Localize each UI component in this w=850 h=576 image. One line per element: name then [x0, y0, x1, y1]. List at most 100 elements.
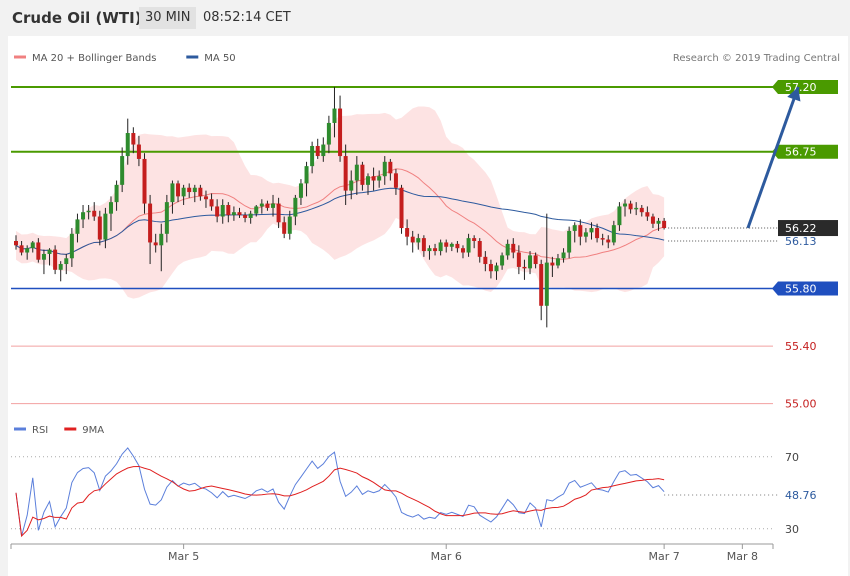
candle-body: [343, 156, 348, 191]
candle-body: [595, 228, 600, 239]
candle-body: [265, 203, 270, 208]
candle-body: [354, 164, 359, 181]
candle-body: [500, 255, 505, 266]
chart-header: Crude Oil (WTI) 30 MIN 08:52:14 CET: [0, 0, 850, 36]
candle-body: [522, 266, 527, 269]
candle-body: [321, 144, 326, 157]
rsi-current-label: 48.76: [785, 489, 817, 502]
candle-body: [377, 176, 382, 181]
candle-body: [494, 265, 499, 272]
candle-body: [125, 133, 130, 157]
candle-body: [25, 248, 30, 253]
candle-body: [53, 249, 58, 270]
rsi-line: [15, 447, 665, 537]
candle-body: [639, 207, 644, 213]
candle-body: [477, 241, 482, 257]
candle-body: [203, 196, 208, 200]
candle-body: [550, 262, 555, 266]
candle-body: [399, 187, 404, 229]
candle-body: [505, 243, 510, 256]
candle-body: [410, 236, 415, 243]
candle-body: [444, 242, 449, 247]
candle-body: [47, 249, 52, 254]
candle-body: [64, 258, 69, 265]
candle-body: [58, 264, 63, 270]
candle-body: [634, 207, 639, 210]
candle-body: [427, 248, 432, 252]
candle-body: [108, 202, 113, 214]
candle-body: [511, 243, 516, 253]
candle-body: [544, 262, 549, 306]
candle-body: [578, 225, 583, 237]
candle-body: [371, 176, 376, 181]
candle-body: [583, 232, 588, 237]
level-label-3: 55.40: [785, 340, 817, 353]
candle-body: [460, 248, 465, 253]
candle-body: [81, 212, 86, 220]
candle-body: [198, 187, 203, 197]
candle-body: [215, 206, 220, 217]
candle-body: [516, 252, 521, 267]
rsi-ma-line: [15, 465, 665, 538]
candle-body: [539, 264, 544, 306]
candle-body: [561, 252, 566, 259]
candle-body: [254, 206, 259, 214]
candle-body: [611, 225, 616, 243]
legend-label-1: MA 50: [204, 53, 235, 64]
candle-body: [30, 242, 35, 249]
candle-body: [181, 187, 186, 197]
candle-body: [600, 238, 605, 240]
candle-body: [388, 161, 393, 174]
candle-body: [248, 213, 253, 218]
candle-body: [349, 180, 354, 191]
candle-body: [153, 242, 158, 246]
candle-body: [438, 242, 443, 252]
candle-body: [192, 187, 197, 193]
level-label-2: 55.80: [785, 283, 817, 296]
candle-body: [315, 145, 320, 157]
candle-body: [483, 256, 488, 265]
timeframe-badge[interactable]: 30 MIN: [139, 7, 197, 29]
x-tick-label: Mar 6: [431, 550, 462, 563]
candle-body: [271, 203, 276, 208]
candle-body: [421, 238, 426, 252]
candle-body: [310, 145, 315, 167]
last-price-label: 56.22: [785, 222, 817, 235]
candle-body: [243, 215, 248, 218]
clock-readout: 08:52:14 CET: [203, 10, 291, 25]
candle-body: [86, 210, 91, 213]
candle-body: [164, 202, 169, 234]
price-chart[interactable]: MA 20 + Bollinger Bands MA 50 Research © 2…: [8, 36, 848, 576]
candle-body: [298, 183, 303, 198]
candle-body: [170, 183, 175, 203]
candle-body: [41, 253, 46, 260]
candle-body: [650, 216, 655, 224]
rsi-legend-label-0: RSI: [32, 425, 48, 436]
chart-panel[interactable]: MA 20 + Bollinger Bands MA 50 Research © 2…: [8, 36, 848, 576]
candle-body: [656, 220, 661, 224]
candle-body: [455, 243, 460, 249]
candle-body: [114, 184, 119, 203]
candle-body: [14, 241, 18, 246]
candle-body: [92, 210, 97, 217]
candle-body: [159, 233, 164, 246]
x-tick-label: Mar 8: [727, 550, 758, 563]
candle-body: [567, 230, 572, 253]
candle-body: [338, 108, 343, 157]
candle-body: [606, 239, 611, 243]
candle-body: [533, 255, 538, 265]
candle-body: [259, 203, 264, 207]
candle-body: [69, 233, 74, 259]
candle-body: [293, 197, 298, 217]
candle-body: [623, 203, 628, 207]
rsi-tick-label: 70: [785, 451, 799, 464]
rsi-legend-label-1: 9MA: [82, 425, 104, 436]
candle-body: [103, 213, 108, 240]
candle-body: [131, 133, 136, 145]
candle-body: [572, 225, 577, 231]
ma50-value-label: 56.13: [785, 235, 817, 248]
candle-body: [231, 212, 236, 216]
candle-body: [19, 245, 24, 253]
candle-body: [220, 205, 225, 217]
level-label-4: 55.00: [785, 398, 817, 411]
